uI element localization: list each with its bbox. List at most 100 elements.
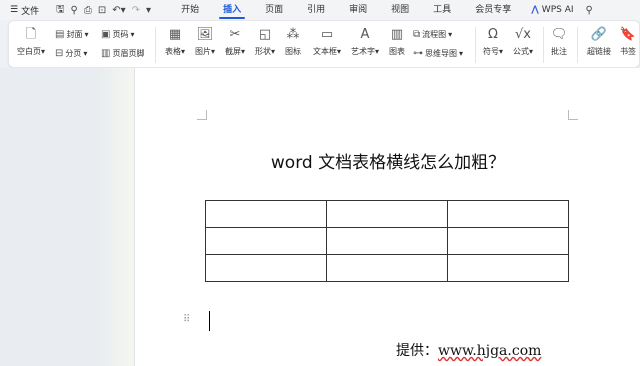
table-cell[interactable] bbox=[326, 227, 448, 255]
cover-label: 封面 bbox=[66, 30, 83, 39]
icon-library-icon: ⁂ bbox=[286, 27, 300, 42]
comment-label: 批注 bbox=[551, 47, 567, 56]
undo-icon[interactable]: ↶▾ bbox=[112, 5, 125, 16]
formula-icon: √x bbox=[515, 27, 531, 42]
document-navigation-pane bbox=[0, 68, 134, 366]
table-label: 表格 bbox=[164, 47, 181, 56]
tab-tools[interactable]: 工具 bbox=[421, 0, 463, 20]
tab-home[interactable]: 开始 bbox=[169, 0, 211, 20]
chevron-down-icon[interactable]: ▾ bbox=[146, 5, 151, 16]
margin-corner-mark bbox=[197, 110, 207, 120]
icon-library-label: 图标 bbox=[285, 47, 301, 56]
page-break-icon: ⊟ bbox=[55, 48, 64, 59]
screenshot-button[interactable]: ✂ 截屏▾ bbox=[221, 27, 249, 57]
symbol-button[interactable]: Ω 符号▾ bbox=[479, 27, 507, 57]
header-footer-icon: ▥ bbox=[101, 48, 111, 59]
ribbon-separator bbox=[577, 27, 578, 63]
textbox-button[interactable]: ▭ 文本框▾ bbox=[309, 27, 345, 57]
wps-ai-label: WPS AI bbox=[541, 5, 574, 15]
page-number-icon: ▣ bbox=[101, 29, 111, 40]
table-row bbox=[205, 227, 569, 255]
picture-label: 图片 bbox=[194, 47, 211, 56]
flowchart-icon: ⧉ bbox=[413, 29, 421, 40]
cover-icon: ▤ bbox=[55, 29, 65, 40]
hyperlink-label: 超链接 bbox=[587, 47, 611, 56]
wps-ai-icon: ⋀ bbox=[531, 5, 539, 15]
table-cell[interactable] bbox=[326, 200, 448, 228]
blank-page-button[interactable]: 🗋 空白页▾ bbox=[15, 27, 47, 57]
ribbon-separator bbox=[155, 27, 156, 63]
shape-icon: ◱ bbox=[258, 27, 272, 42]
formula-label: 公式 bbox=[512, 47, 529, 56]
chart-button[interactable]: ▥ 图表 bbox=[385, 27, 409, 57]
mindmap-label: 思维导图 bbox=[425, 49, 457, 58]
cover-button[interactable]: ▤ 封面 ▾ bbox=[55, 29, 88, 40]
chart-icon: ▥ bbox=[390, 27, 404, 42]
table-cell[interactable] bbox=[205, 227, 327, 255]
file-menu[interactable]: ☰ 文件 bbox=[0, 4, 52, 17]
flowchart-label: 流程图 bbox=[422, 30, 447, 39]
shape-label: 形状 bbox=[254, 47, 271, 56]
file-menu-label: 文件 bbox=[21, 6, 40, 17]
document-page[interactable]: word 文档表格横线怎么加粗？ ⠿ 提供：www.hjga.com bbox=[134, 68, 640, 366]
tab-page[interactable]: 页面 bbox=[253, 0, 295, 20]
picture-icon: 🖼 bbox=[196, 27, 214, 42]
tab-references[interactable]: 引用 bbox=[295, 0, 337, 20]
header-footer-label: 页眉页脚 bbox=[112, 49, 145, 58]
formula-button[interactable]: √x 公式▾ bbox=[509, 27, 537, 57]
credit-url: www.hjga.com bbox=[438, 343, 542, 359]
symbol-label: 符号 bbox=[482, 47, 499, 56]
redo-icon[interactable]: ↷ bbox=[132, 5, 140, 16]
find-icon[interactable]: ⚲ bbox=[71, 5, 78, 16]
bookmark-button[interactable]: 🔖 书签 bbox=[617, 27, 639, 57]
search-icon[interactable]: ⚲ bbox=[586, 5, 593, 16]
wordart-button[interactable]: A 艺术字▾ bbox=[347, 27, 383, 57]
table-button[interactable]: ▦ 表格▾ bbox=[161, 27, 189, 57]
omega-icon: Ω bbox=[488, 27, 498, 42]
page-number-label: 页码 bbox=[112, 30, 129, 39]
table-cell[interactable] bbox=[205, 254, 327, 282]
ribbon-separator bbox=[543, 27, 544, 63]
header-footer-button[interactable]: ▥ 页眉页脚 bbox=[101, 48, 144, 59]
table-cell[interactable] bbox=[205, 200, 327, 228]
icon-library-button[interactable]: ⁂ 图标 bbox=[281, 27, 305, 57]
table-row bbox=[205, 200, 569, 228]
picture-button[interactable]: 🖼 图片▾ bbox=[191, 27, 219, 57]
ribbon-tabs: 开始 插入 页面 引用 审阅 视图 工具 会员专享 bbox=[169, 0, 523, 20]
table-cell[interactable] bbox=[447, 254, 569, 282]
tab-member[interactable]: 会员专享 bbox=[463, 0, 523, 20]
quick-access-toolbar: 🖫 ⚲ ⎙ ⊡ ↶▾ ↷ ▾ bbox=[56, 2, 151, 19]
document-heading: word 文档表格横线怎么加粗？ bbox=[270, 153, 506, 173]
document-table[interactable] bbox=[205, 200, 569, 282]
chart-label: 图表 bbox=[389, 47, 405, 56]
page-break-label: 分页 bbox=[65, 49, 82, 58]
tab-insert[interactable]: 插入 bbox=[211, 0, 253, 20]
wps-ai-button[interactable]: ⋀ WPS AI bbox=[523, 5, 581, 15]
page-break-button[interactable]: ⊟ 分页 ▾ bbox=[55, 48, 87, 59]
page-number-button[interactable]: ▣ 页码 ▾ bbox=[101, 29, 134, 40]
table-row bbox=[205, 254, 569, 282]
table-cell[interactable] bbox=[326, 254, 448, 282]
mindmap-button[interactable]: ⊶ 思维导图 ▾ bbox=[413, 48, 463, 59]
ribbon-separator bbox=[475, 27, 476, 63]
hyperlink-button[interactable]: 🔗 超链接 bbox=[583, 27, 615, 57]
text-cursor bbox=[209, 311, 210, 331]
blank-page-label: 空白页 bbox=[16, 47, 41, 56]
flowchart-button[interactable]: ⧉ 流程图 ▾ bbox=[413, 29, 452, 40]
table-cell[interactable] bbox=[447, 227, 569, 255]
comment-button[interactable]: 🗨 批注 bbox=[547, 27, 571, 57]
tab-review[interactable]: 审阅 bbox=[337, 0, 379, 20]
save-icon[interactable]: 🖫 bbox=[56, 2, 65, 19]
print-icon[interactable]: ⎙ bbox=[84, 5, 92, 16]
wordart-icon: A bbox=[360, 27, 370, 42]
wordart-label: 艺术字 bbox=[350, 47, 375, 56]
textbox-label: 文本框 bbox=[312, 47, 337, 56]
scissors-icon: ✂ bbox=[229, 27, 241, 42]
print-preview-icon[interactable]: ⊡ bbox=[98, 5, 106, 16]
credit-prefix: 提供： bbox=[396, 343, 438, 359]
bookmark-label: 书签 bbox=[620, 47, 636, 56]
paragraph-drag-handle-icon[interactable]: ⠿ bbox=[183, 314, 190, 325]
tab-view[interactable]: 视图 bbox=[379, 0, 421, 20]
table-cell[interactable] bbox=[447, 200, 569, 228]
shape-button[interactable]: ◱ 形状▾ bbox=[251, 27, 279, 57]
